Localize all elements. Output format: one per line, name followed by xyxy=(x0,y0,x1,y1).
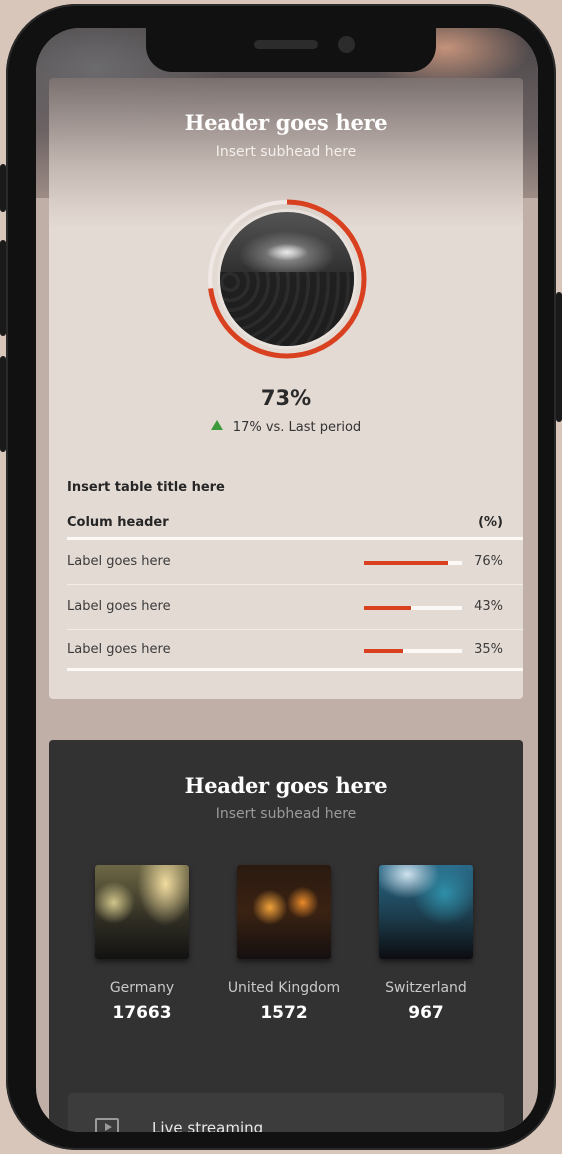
row-bar-fill xyxy=(364,606,412,610)
live-streaming-button[interactable]: Live streaming xyxy=(68,1093,504,1132)
row-label: Label goes here xyxy=(67,599,171,614)
row-label: Label goes here xyxy=(67,554,171,569)
row-bar-fill xyxy=(364,649,403,653)
table-row: Label goes here 35% xyxy=(67,628,523,672)
progress-ring xyxy=(206,198,368,360)
summary-card: Header goes here Insert subhead here 73%… xyxy=(49,78,523,699)
countries-card: Header goes here Insert subhead here Ger… xyxy=(49,740,523,1132)
table-bottom-rule xyxy=(67,668,523,671)
notch xyxy=(146,28,436,72)
column-unit: (%) xyxy=(478,515,503,530)
arrow-up-icon xyxy=(210,420,223,430)
countries-card-subtitle: Insert subhead here xyxy=(215,806,357,822)
row-label: Label goes here xyxy=(67,642,171,657)
speaker-grille xyxy=(254,40,318,49)
row-value: 35% xyxy=(474,642,503,657)
mute-switch xyxy=(0,164,6,212)
country-name: United Kingdom xyxy=(227,980,341,996)
table-row: Label goes here 43% xyxy=(67,585,523,630)
volume-up-button xyxy=(0,240,6,336)
country-item[interactable]: United Kingdom 1572 xyxy=(214,865,354,1023)
row-value: 43% xyxy=(474,599,503,614)
summary-card-title: Header goes here xyxy=(184,110,388,135)
row-bar-fill xyxy=(364,561,448,565)
countries-card-title: Header goes here xyxy=(184,773,388,798)
row-bar-track xyxy=(364,561,462,565)
delta-indicator: 17% vs. Last period xyxy=(49,420,523,435)
live-streaming-label: Live streaming xyxy=(152,1119,264,1132)
country-item[interactable]: Germany 17663 xyxy=(72,865,212,1023)
country-name: Switzerland xyxy=(385,980,467,996)
play-icon xyxy=(95,1118,119,1132)
row-value: 76% xyxy=(474,554,503,569)
country-value: 1572 xyxy=(260,1003,308,1023)
row-bar-track xyxy=(364,649,462,653)
phone-screen: Header goes here Insert subhead here 73%… xyxy=(36,28,538,1132)
summary-card-subtitle: Insert subhead here xyxy=(215,144,357,160)
front-camera xyxy=(338,36,355,53)
country-value: 17663 xyxy=(112,1003,172,1023)
country-item[interactable]: Switzerland 967 xyxy=(356,865,496,1023)
phone-frame: Header goes here Insert subhead here 73%… xyxy=(0,4,562,1150)
progress-percent: 73% xyxy=(260,386,312,410)
table-header: Colum header (%) xyxy=(67,515,503,530)
row-bar-track xyxy=(364,606,462,610)
delta-text: 17% vs. Last period xyxy=(232,420,362,435)
country-thumbnail xyxy=(95,865,189,959)
power-button xyxy=(556,292,562,422)
country-value: 967 xyxy=(408,1003,444,1023)
progress-ring-svg xyxy=(207,199,367,359)
country-thumbnail xyxy=(237,865,331,959)
column-header: Colum header xyxy=(67,515,169,530)
table-title: Insert table title here xyxy=(67,480,225,495)
country-thumbnail xyxy=(379,865,473,959)
country-name: Germany xyxy=(109,980,175,996)
volume-down-button xyxy=(0,356,6,452)
table-row: Label goes here 76% xyxy=(67,540,523,585)
